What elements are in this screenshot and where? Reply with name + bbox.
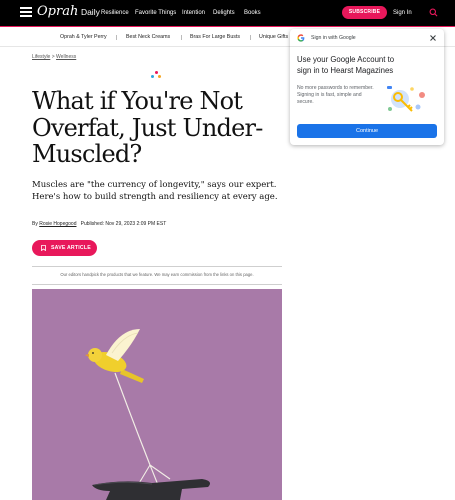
trending-divider: [116, 35, 117, 40]
save-article-label: SAVE ARTICLE: [51, 245, 91, 251]
hero-image: [32, 289, 282, 500]
trending-link-bras[interactable]: Bras For Large Busts: [190, 33, 240, 41]
breadcrumb-wellness[interactable]: Wellness: [56, 54, 76, 60]
article-headline: What if You're Not Overfat, Just Under-M…: [32, 87, 263, 168]
google-logo-icon: [297, 34, 305, 42]
author-link[interactable]: Rosie Hopegood: [39, 221, 76, 227]
divider: [32, 266, 282, 267]
google-prompt-header: Sign in with Google: [290, 29, 444, 47]
breadcrumb: Lifestyle > Wellness: [32, 54, 76, 61]
site-logo[interactable]: Oprah Daily: [37, 4, 100, 20]
published-date: Published: Nov 29, 2023 2:09 PM EST: [80, 221, 167, 227]
trending-divider: [181, 35, 182, 40]
nav-link-favorite-things[interactable]: Favorite Things: [135, 9, 176, 17]
breadcrumb-separator: >: [51, 54, 55, 60]
google-continue-button[interactable]: Continue: [297, 124, 437, 138]
divider: [32, 284, 282, 285]
trending-divider: [250, 35, 251, 40]
google-prompt-subtext: No more passwords to remember. Signing i…: [297, 85, 374, 105]
trending-link-neck-creams[interactable]: Best Neck Creams: [126, 33, 170, 41]
affiliate-disclosure: Our editors handpick the products that w…: [60, 272, 254, 277]
nav-link-delights[interactable]: Delights: [213, 9, 235, 17]
hamburger-menu-icon[interactable]: [20, 7, 32, 17]
bookmark-icon: [41, 245, 46, 251]
sign-in-link[interactable]: Sign In: [393, 9, 412, 17]
top-navigation-bar: Oprah Daily Resilience Favorite Things I…: [0, 0, 455, 26]
google-prompt-heading: Use your Google Account to sign in to He…: [297, 55, 395, 75]
search-icon[interactable]: [429, 8, 438, 17]
trending-link-oprah-tyler-perry[interactable]: Oprah & Tyler Perry: [60, 33, 107, 41]
trending-link-unique-gifts[interactable]: Unique Gifts: [259, 33, 288, 41]
byline-prefix: By: [32, 221, 38, 227]
key-illustration-icon: [387, 86, 425, 112]
google-prompt-title: Sign in with Google: [311, 35, 356, 41]
breadcrumb-lifestyle[interactable]: Lifestyle: [32, 54, 50, 60]
nav-link-intention[interactable]: Intention: [182, 9, 205, 17]
subscribe-button[interactable]: SUBSCRIBE: [342, 6, 387, 19]
brand-dots-icon: [151, 71, 161, 79]
google-sign-in-prompt: Sign in with Google Use your Google Acco…: [290, 29, 444, 145]
article-dek: Muscles are "the currency of longevity,"…: [32, 180, 278, 202]
nav-link-books[interactable]: Books: [244, 9, 261, 17]
article-byline: By Rosie Hopegood Published: Nov 29, 202…: [32, 221, 166, 228]
save-article-button[interactable]: SAVE ARTICLE: [32, 240, 97, 256]
canary-anvil-illustration: [85, 329, 210, 500]
close-icon[interactable]: [429, 34, 437, 42]
nav-link-resilience[interactable]: Resilience: [101, 9, 129, 17]
